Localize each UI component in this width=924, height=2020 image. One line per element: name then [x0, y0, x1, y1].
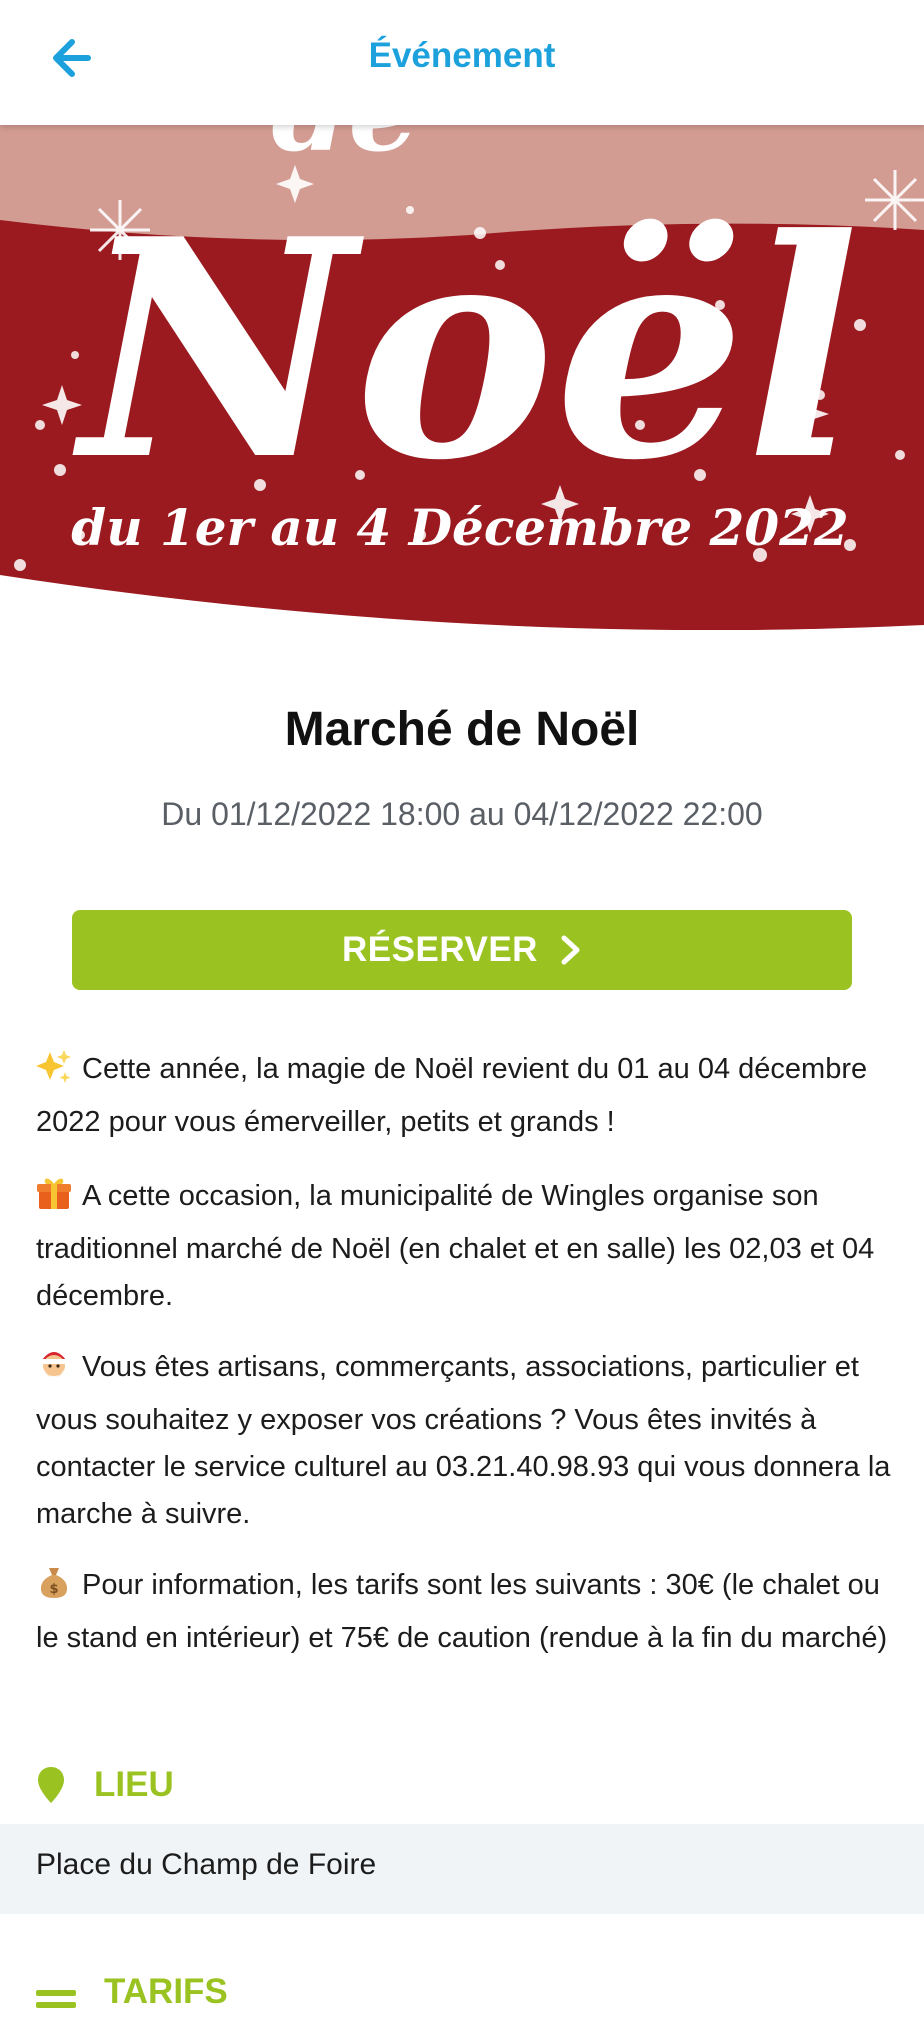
santa-icon: [36, 1346, 72, 1397]
description-text: Pour information, les tarifs sont les su…: [36, 1569, 888, 1654]
description-paragraph: Vous êtes artisans, commerçants, associa…: [36, 1344, 892, 1538]
event-dates: Du 01/12/2022 18:00 au 04/12/2022 22:00: [161, 796, 763, 832]
description-paragraph: A cette occasion, la municipalité de Win…: [36, 1173, 892, 1320]
money-bag-icon: $: [36, 1564, 72, 1615]
top-app-bar: Événement: [0, 0, 924, 125]
list-icon: [36, 1990, 76, 2008]
description-text: Cette année, la magie de Noël revient du…: [36, 1053, 868, 1138]
chevron-right-icon: [561, 935, 580, 965]
event-title: Marché de Noël: [284, 703, 640, 756]
reserve-button-label: RÉSERVER: [342, 930, 538, 969]
svg-text:$: $: [49, 1582, 58, 1597]
event-banner-image: de Noël du 1er au 4 Décembre 2022: [0, 125, 924, 630]
gift-icon: [36, 1175, 72, 1226]
lieu-value: Place du Champ de Foire: [36, 1848, 377, 1881]
banner-text-top: de: [272, 125, 419, 176]
tarifs-section-header: TARIFS: [36, 1972, 228, 2020]
lieu-box: Place du Champ de Foire: [0, 1824, 924, 1914]
sparkles-icon: [36, 1048, 72, 1099]
tarifs-label: TARIFS: [104, 1972, 228, 2011]
description-text: A cette occasion, la municipalité de Win…: [36, 1180, 875, 1312]
page-title: Événement: [368, 36, 556, 75]
banner-text-big: Noël: [71, 173, 860, 526]
lieu-section-header: LIEU: [36, 1760, 174, 1810]
banner-text-dates: du 1er au 4 Décembre 2022: [71, 498, 848, 557]
map-pin-icon: [38, 1767, 64, 1803]
lieu-label: LIEU: [94, 1765, 174, 1804]
description-paragraph: Cette année, la magie de Noël revient du…: [36, 1046, 892, 1146]
description-paragraph: $ Pour information, les tarifs sont les …: [36, 1562, 892, 1662]
description-text: Vous êtes artisans, commerçants, associa…: [36, 1351, 891, 1530]
reserve-button[interactable]: RÉSERVER: [72, 910, 852, 990]
